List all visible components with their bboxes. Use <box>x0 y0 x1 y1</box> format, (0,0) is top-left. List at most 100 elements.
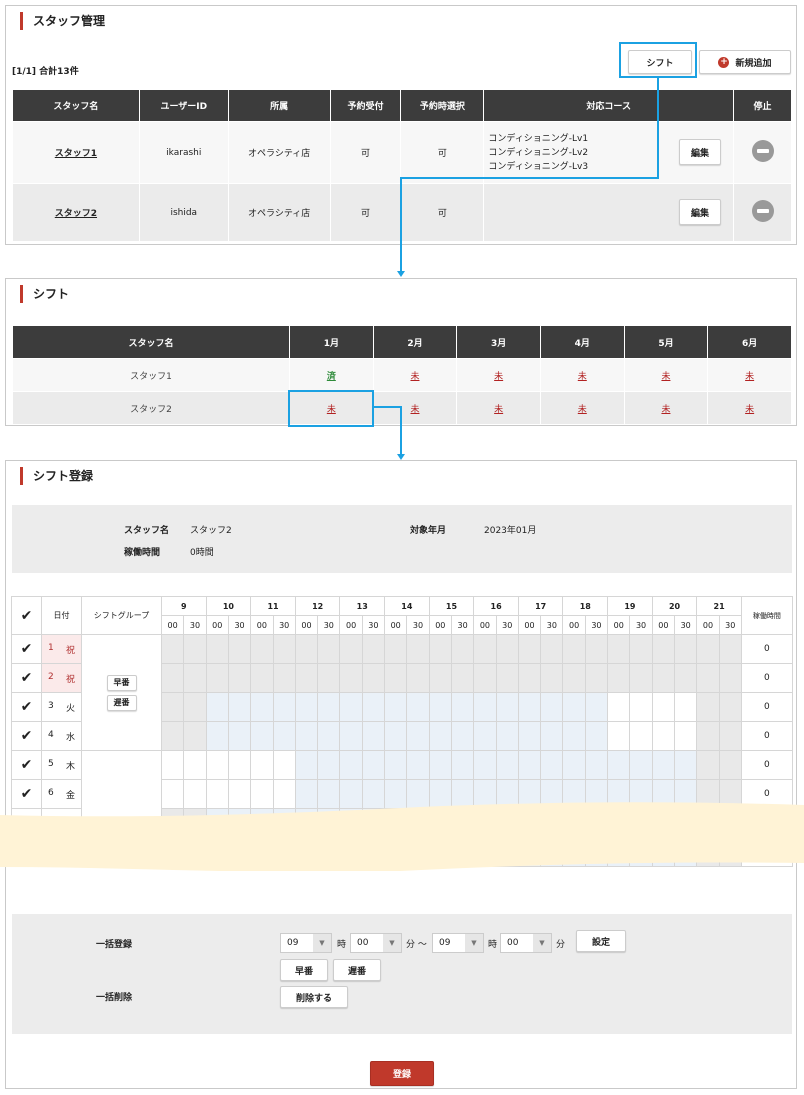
time-slot[interactable] <box>294 634 319 664</box>
time-slot[interactable] <box>651 634 676 664</box>
time-slot[interactable] <box>406 692 430 722</box>
time-slot[interactable] <box>205 692 229 722</box>
time-slot[interactable] <box>428 750 452 780</box>
stop-circle-icon[interactable] <box>751 140 774 162</box>
time-slot[interactable] <box>540 634 564 664</box>
time-slot[interactable] <box>450 692 475 722</box>
time-slot[interactable] <box>450 750 475 780</box>
time-slot[interactable] <box>294 663 319 693</box>
time-slot[interactable] <box>205 721 229 751</box>
time-slot[interactable] <box>696 750 720 780</box>
time-slot[interactable] <box>205 750 229 780</box>
month-status-link[interactable]: 未 <box>578 405 587 415</box>
month-status-link[interactable]: 未 <box>494 405 503 415</box>
time-slot[interactable] <box>361 634 386 664</box>
time-slot[interactable] <box>450 721 475 751</box>
time-slot[interactable] <box>562 634 586 664</box>
time-slot[interactable] <box>673 721 698 751</box>
time-slot[interactable] <box>607 750 631 780</box>
time-slot[interactable] <box>673 692 698 722</box>
check-icon[interactable]: ✔ <box>21 728 33 744</box>
time-slot[interactable] <box>272 663 296 693</box>
time-slot[interactable] <box>183 692 207 722</box>
time-slot[interactable] <box>339 721 363 751</box>
time-slot[interactable] <box>339 750 363 780</box>
time-slot[interactable] <box>339 634 363 664</box>
late-group-button[interactable]: 遅番 <box>106 694 137 711</box>
time-slot[interactable] <box>384 750 408 780</box>
time-slot[interactable] <box>450 634 475 664</box>
time-slot[interactable] <box>517 692 542 722</box>
time-slot[interactable] <box>294 721 319 751</box>
time-slot[interactable] <box>317 634 341 664</box>
time-slot[interactable] <box>584 663 609 693</box>
check-all-icon[interactable]: ✔ <box>21 608 33 624</box>
time-slot[interactable] <box>540 692 564 722</box>
time-slot[interactable] <box>361 750 386 780</box>
time-slot[interactable] <box>540 750 564 780</box>
time-slot[interactable] <box>473 663 497 693</box>
time-slot[interactable] <box>473 721 497 751</box>
time-slot[interactable] <box>160 634 185 664</box>
time-slot[interactable] <box>562 663 586 693</box>
time-slot[interactable] <box>250 663 274 693</box>
time-slot[interactable] <box>495 634 519 664</box>
time-slot[interactable] <box>607 692 631 722</box>
time-slot[interactable] <box>629 750 653 780</box>
add-new-button[interactable]: + 新規追加 <box>699 50 791 74</box>
staff-name-link[interactable]: スタッフ1 <box>55 149 97 159</box>
check-icon[interactable]: ✔ <box>21 786 33 802</box>
time-slot[interactable] <box>406 663 430 693</box>
time-slot[interactable] <box>696 692 720 722</box>
time-slot[interactable] <box>183 634 207 664</box>
time-slot[interactable] <box>384 721 408 751</box>
time-slot[interactable] <box>696 721 720 751</box>
end-min-select[interactable]: 00 ▼ <box>500 933 552 953</box>
time-slot[interactable] <box>406 634 430 664</box>
register-button[interactable]: 登録 <box>370 1061 434 1086</box>
time-slot[interactable] <box>361 721 386 751</box>
start-hour-select[interactable]: 09 ▼ <box>280 933 332 953</box>
time-slot[interactable] <box>629 692 653 722</box>
month-status-link[interactable]: 未 <box>494 372 503 382</box>
stop-circle-icon[interactable] <box>751 200 774 222</box>
check-icon[interactable]: ✔ <box>21 670 33 686</box>
month-status-link[interactable]: 済 <box>327 372 336 382</box>
time-slot[interactable] <box>629 721 653 751</box>
time-slot[interactable] <box>361 692 386 722</box>
time-slot[interactable] <box>473 692 497 722</box>
time-slot[interactable] <box>651 721 676 751</box>
time-slot[interactable] <box>718 663 742 693</box>
edit-button[interactable]: 編集 <box>679 139 721 165</box>
time-slot[interactable] <box>562 721 586 751</box>
time-slot[interactable] <box>651 692 676 722</box>
time-slot[interactable] <box>294 750 319 780</box>
time-slot[interactable] <box>517 721 542 751</box>
time-slot[interactable] <box>473 634 497 664</box>
time-slot[interactable] <box>718 634 742 664</box>
time-slot[interactable] <box>696 663 720 693</box>
early-shift-button[interactable]: 早番 <box>280 959 328 981</box>
time-slot[interactable] <box>584 634 609 664</box>
time-slot[interactable] <box>673 663 698 693</box>
time-slot[interactable] <box>227 721 252 751</box>
time-slot[interactable] <box>250 750 274 780</box>
time-slot[interactable] <box>272 750 296 780</box>
time-slot[interactable] <box>339 692 363 722</box>
time-slot[interactable] <box>584 721 609 751</box>
time-slot[interactable] <box>160 692 185 722</box>
time-slot[interactable] <box>227 663 252 693</box>
time-slot[interactable] <box>317 663 341 693</box>
time-slot[interactable] <box>406 750 430 780</box>
time-slot[interactable] <box>540 663 564 693</box>
time-slot[interactable] <box>294 692 319 722</box>
staff-name-link[interactable]: スタッフ2 <box>55 209 97 219</box>
time-slot[interactable] <box>361 663 386 693</box>
month-status-link[interactable]: 未 <box>410 372 419 382</box>
time-slot[interactable] <box>629 663 653 693</box>
time-slot[interactable] <box>718 750 742 780</box>
time-slot[interactable] <box>450 663 475 693</box>
time-slot[interactable] <box>317 721 341 751</box>
time-slot[interactable] <box>317 692 341 722</box>
time-slot[interactable] <box>562 750 586 780</box>
